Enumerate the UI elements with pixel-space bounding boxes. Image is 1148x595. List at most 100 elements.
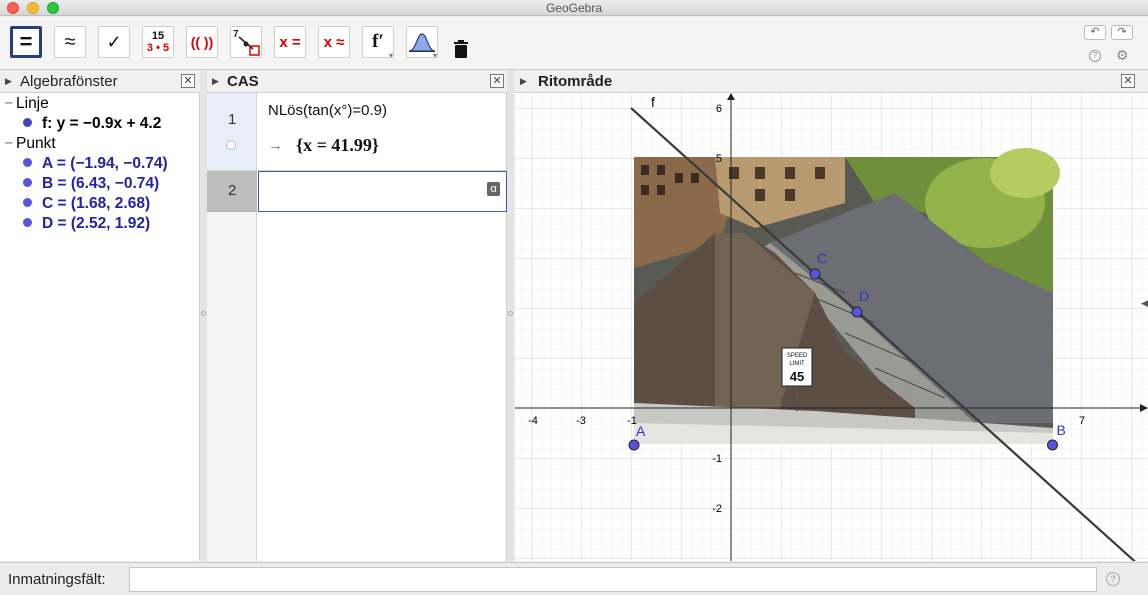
point-label: B xyxy=(1057,422,1066,438)
evaluate-tool-button[interactable]: = xyxy=(10,26,42,58)
graphics-panel-title: Ritområde xyxy=(538,73,613,90)
background-photo: SPEED LIMIT 45 xyxy=(634,148,1060,444)
algebra-panel-title: Algebrafönster xyxy=(20,73,118,90)
speed-sign-number: 45 xyxy=(790,369,804,384)
visibility-dot-icon[interactable] xyxy=(23,158,32,167)
point-b[interactable] xyxy=(1047,439,1058,451)
group-linje[interactable]: − Linje xyxy=(4,95,49,113)
redo-icon: ↷ xyxy=(1117,26,1127,38)
point-label: D xyxy=(859,288,869,304)
numeric-tool-button[interactable]: ≈ xyxy=(54,26,86,58)
point-label: A xyxy=(636,423,646,439)
list-item[interactable]: D = (2.52, 1.92) xyxy=(23,215,150,233)
algebra-item-text: A = (−1.94, −0.74) xyxy=(42,155,168,172)
graphics-canvas[interactable]: SPEED LIMIT 45 -4 -3 -1 7 6 5 -1 -2 fA BC… xyxy=(515,93,1148,561)
undo-button[interactable]: ↶ xyxy=(1084,25,1106,40)
window-titlebar: GeoGebra xyxy=(0,0,1148,16)
factor-tool-bottom: 3 • 5 xyxy=(146,42,170,54)
point-c[interactable] xyxy=(809,268,821,280)
algebra-item-text: f: y = −0.9x + 4.2 xyxy=(42,115,162,132)
cas-row-header[interactable]: 2 xyxy=(207,171,257,212)
group-label: Punkt xyxy=(16,135,56,152)
delete-tool-button[interactable] xyxy=(449,37,473,61)
numeric-tool-label: ≈ xyxy=(64,30,76,53)
list-item[interactable]: f: y = −0.9x + 4.2 xyxy=(23,115,161,133)
cas-row-number: 1 xyxy=(228,111,237,128)
help-icon[interactable]: ? xyxy=(1089,50,1101,62)
visibility-dot-icon[interactable] xyxy=(23,198,32,207)
algebra-panel-header: ▶ Algebrafönster ✕ xyxy=(0,71,200,93)
close-icon[interactable]: ✕ xyxy=(181,74,195,88)
window-title: GeoGebra xyxy=(545,1,603,15)
cas-input-field[interactable]: α xyxy=(258,171,507,212)
expand-tool-label: (( )) xyxy=(190,34,214,50)
y-tick-label: 6 xyxy=(716,103,722,115)
checkmark-icon: ✓ xyxy=(106,31,122,52)
factor-tool-button[interactable]: 15 3 • 5 xyxy=(142,26,174,58)
toolbar: = ≈ ✓ 15 3 • 5 (( )) 7 x = x ≈ f′ ▾ ▾ ↶ … xyxy=(0,17,1148,70)
line-f-label: f xyxy=(651,94,655,110)
evaluate-tool-label: = xyxy=(19,29,33,54)
solve-tool-button[interactable]: x = xyxy=(274,26,306,58)
alpha-keyboard-button[interactable]: α xyxy=(487,182,500,196)
panel-collapse-icon[interactable]: ▶ xyxy=(520,76,527,87)
panel-collapse-icon[interactable]: ▶ xyxy=(5,76,12,87)
list-item[interactable]: C = (1.68, 2.68) xyxy=(23,195,150,213)
cas-panel-header: ▶ CAS ✕ xyxy=(207,71,507,93)
derivative-tool-button[interactable]: f′ ▾ xyxy=(362,26,394,60)
probability-tool-button[interactable]: ▾ xyxy=(406,26,438,60)
keep-input-tool-button[interactable]: ✓ xyxy=(98,26,130,58)
normal-curve-icon xyxy=(408,33,436,52)
x-tick-label: -3 xyxy=(576,415,586,427)
group-punkt[interactable]: − Punkt xyxy=(4,135,56,153)
point-a[interactable] xyxy=(628,439,640,451)
algebra-item-text: B = (6.43, −0.74) xyxy=(42,175,160,192)
y-tick-label: 5 xyxy=(716,153,722,165)
factor-tool-top: 15 xyxy=(151,30,165,42)
y-tick-label: -1 xyxy=(712,453,722,465)
cas-row-header[interactable]: 1 xyxy=(207,93,257,171)
collapse-icon[interactable]: − xyxy=(4,95,16,113)
help-icon[interactable]: ? xyxy=(1106,572,1120,586)
solve-numerically-tool-button[interactable]: x ≈ xyxy=(318,26,350,58)
panel-resize-handle[interactable] xyxy=(200,71,207,561)
cas-panel-title: CAS xyxy=(227,73,259,90)
input-bar-label: Inmatningsfält: xyxy=(8,571,106,588)
cas-input-text[interactable]: NLös(tan(x°)=0.9) xyxy=(268,102,387,119)
input-bar: Inmatningsfält: ? xyxy=(0,562,1148,595)
collapse-icon[interactable]: − xyxy=(4,135,16,153)
derivative-tool-label: f′ xyxy=(372,31,384,52)
panel-resize-handle[interactable] xyxy=(507,71,514,561)
undo-icon: ↶ xyxy=(1090,26,1100,38)
point-label: C xyxy=(817,250,827,266)
visibility-dot-icon[interactable] xyxy=(23,118,32,127)
output-arrow-icon: → xyxy=(268,137,283,154)
speed-sign-line1: SPEED xyxy=(787,353,808,359)
close-icon[interactable]: ✕ xyxy=(1121,74,1135,88)
close-icon[interactable]: ✕ xyxy=(490,74,504,88)
cas-row[interactable]: NLös(tan(x°)=0.9) → {x = 41.99} xyxy=(258,93,507,171)
substitute-tool-button[interactable]: 7 xyxy=(230,26,262,58)
point-d[interactable] xyxy=(851,306,863,318)
x-tick-label: 7 xyxy=(1079,415,1085,427)
graphics-view[interactable]: SPEED LIMIT 45 -4 -3 -1 7 6 5 -1 -2 fABC… xyxy=(515,93,1148,561)
y-tick-label: -2 xyxy=(712,503,722,515)
input-bar-field[interactable] xyxy=(129,567,1097,592)
x-tick-label: -4 xyxy=(528,415,538,427)
algebra-item-text: D = (2.52, 1.92) xyxy=(42,215,151,232)
expand-tool-button[interactable]: (( )) xyxy=(186,26,218,58)
graphics-panel-header: ▶ Ritområde ✕ xyxy=(515,71,1148,93)
visibility-dot-icon[interactable] xyxy=(23,178,32,187)
list-item[interactable]: B = (6.43, −0.74) xyxy=(23,175,159,193)
substitute-tool-label: 7 xyxy=(233,29,239,40)
visibility-dot-icon[interactable] xyxy=(23,218,32,227)
redo-button[interactable]: ↷ xyxy=(1111,25,1133,40)
output-toggle-icon[interactable] xyxy=(226,140,236,150)
gear-icon[interactable]: ⚙ xyxy=(1116,47,1129,64)
list-item[interactable]: A = (−1.94, −0.74) xyxy=(23,155,168,173)
group-label: Linje xyxy=(16,95,49,112)
algebra-view: − Linje f: y = −0.9x + 4.2 − Punkt A = (−1… xyxy=(0,93,200,561)
dropdown-arrow-icon: ▾ xyxy=(388,51,393,60)
panel-collapse-icon[interactable]: ▶ xyxy=(212,76,219,87)
expand-panel-arrow-icon[interactable]: ◀ xyxy=(1141,298,1148,309)
